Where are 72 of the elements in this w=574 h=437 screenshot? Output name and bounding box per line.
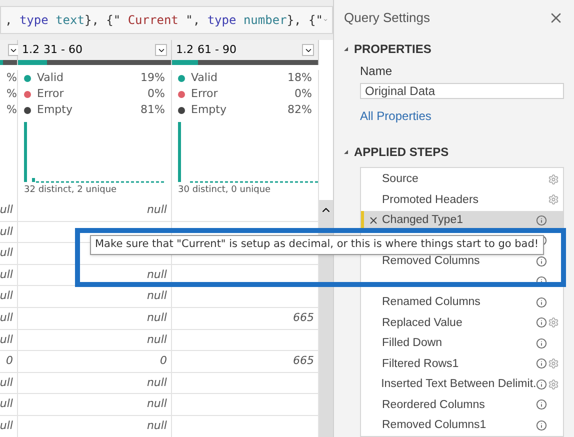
table-cell-text: null — [146, 310, 167, 326]
panel-title: Query Settings — [344, 9, 430, 27]
table-cell-text: ull — [0, 332, 13, 348]
section-heading: PROPERTIES — [354, 40, 432, 58]
step-item[interactable]: Renamed Columns — [361, 292, 563, 313]
stat-value: 18% — [288, 70, 312, 86]
stat-label: Valid — [37, 70, 65, 86]
stat-value: % — [6, 86, 17, 102]
table-cell-text: null — [146, 418, 167, 434]
table-cell-text: null — [146, 332, 167, 348]
stat-label: Empty — [37, 102, 74, 118]
table-cell-text: null — [146, 396, 167, 412]
stat-label: Error — [37, 86, 65, 102]
table-cell-text: null — [146, 202, 167, 218]
table-cell-text: ull — [0, 396, 13, 412]
stat-label: Error — [191, 86, 219, 102]
step-item[interactable]: Replaced Value — [361, 313, 563, 334]
stat-value: 82% — [288, 102, 312, 118]
step-label: Removed Columns — [382, 254, 481, 270]
table-cell-text: ull — [0, 245, 13, 262]
table-cell-text: ull — [0, 310, 13, 326]
distinct-summary: 30 distinct, 0 unique — [177, 184, 272, 197]
step-item[interactable]: Inserted Text Between Delimit. — [361, 374, 563, 395]
table-cell-text: ull — [0, 418, 13, 434]
table-cell-text: 0 — [6, 353, 13, 370]
step-label: Removed Columns1 — [382, 418, 488, 434]
table-cell-text: 665 — [293, 310, 314, 326]
table-cell-text: null — [146, 288, 167, 304]
step-label: Filled Down — [382, 336, 444, 352]
step-item[interactable]: Removed Columns1 — [361, 416, 563, 436]
step-label: Reordered Columns — [382, 398, 486, 413]
step-label: Replaced Value — [382, 316, 464, 331]
table-cell-text: null — [146, 266, 167, 283]
table-cell-text: ull — [0, 374, 13, 391]
step-label: Filtered Rows1 — [382, 356, 460, 372]
step-label: Changed Type1 — [382, 213, 464, 228]
step-item[interactable]: Filled Down — [361, 334, 563, 354]
table-cell-text: ull — [0, 224, 13, 240]
step-item[interactable]: Reordered Columns — [361, 395, 563, 416]
stat-value: % — [6, 102, 17, 118]
type-label[interactable]: 1.2 — [22, 42, 40, 58]
step-label: Source — [382, 172, 420, 188]
column-header: 31 - 60 — [44, 42, 84, 58]
formula-text: , type text}, {" Current ", type number}, {" — [5, 12, 323, 29]
step-label: Inserted Text Between Delimit. — [381, 377, 536, 392]
stat-value: 0% — [148, 86, 165, 102]
distinct-summary: 32 distinct, 2 unique — [23, 184, 118, 197]
name-label: Name — [360, 62, 394, 80]
all-properties-link[interactable]: All Properties — [360, 106, 564, 124]
step-label: Renamed Columns — [382, 295, 482, 310]
stat-label: Valid — [191, 70, 219, 86]
table-cell-text: ull — [0, 288, 13, 304]
tooltip: Make sure that "Current" is setup as decimal, or this is where things start to go bad! — [90, 235, 544, 255]
step-item[interactable]: Filtered Rows1 — [361, 354, 563, 374]
table-cell-text: null — [146, 374, 167, 391]
column-header: 61 - 90 — [198, 42, 238, 58]
name-field[interactable]: Original Data — [360, 82, 564, 98]
type-label[interactable]: 1.2 — [176, 42, 194, 58]
table-cell-text: ull — [0, 266, 13, 283]
step-label: Promoted Headers — [382, 192, 480, 208]
step-item[interactable]: Source — [361, 170, 563, 190]
step-item[interactable]: Promoted Headers — [361, 190, 563, 210]
stat-value: 81% — [140, 102, 165, 118]
stat-value: 0% — [294, 86, 312, 102]
table-cell-text: 665 — [293, 353, 314, 370]
section-heading: APPLIED STEPS — [354, 144, 449, 160]
stat-value: 19% — [140, 70, 165, 86]
stat-value: % — [6, 70, 17, 86]
formula-field[interactable]: , type text}, {" Current ", type number}, {" — [0, 6, 333, 34]
table-cell-text: ull — [0, 202, 13, 218]
table-cell-text: 0 — [160, 353, 167, 370]
stat-label: Empty — [191, 102, 228, 118]
